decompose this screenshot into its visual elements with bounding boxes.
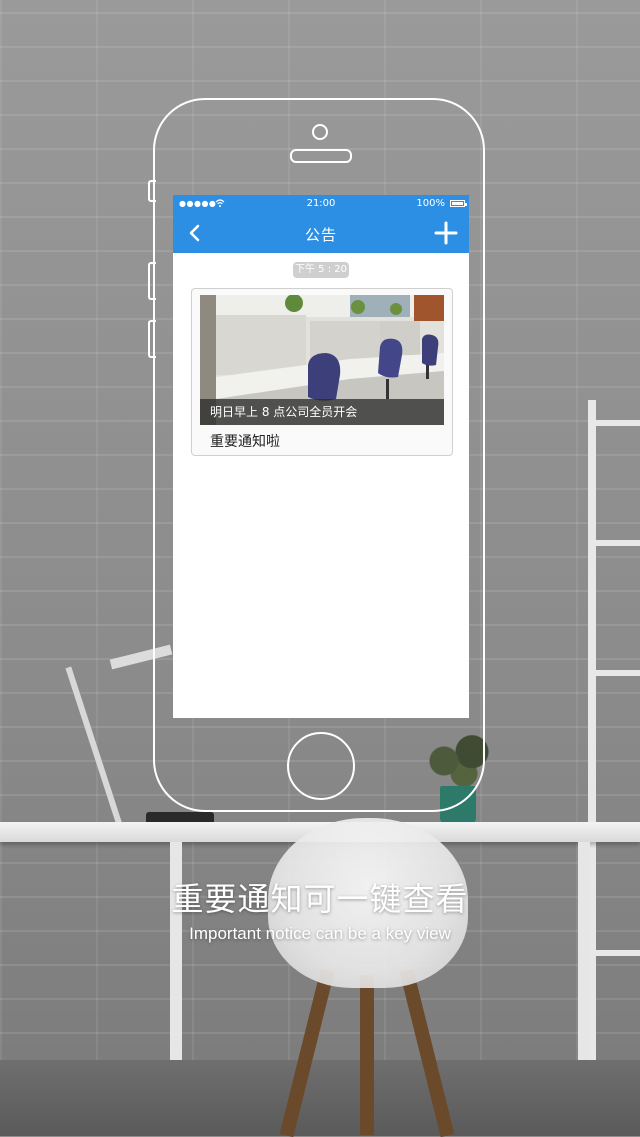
promo-subline: Important notice can be a key view: [189, 924, 451, 943]
announcement-card[interactable]: 明日早上 8 点公司全员开会 重要通知啦: [191, 288, 453, 456]
background-shelf-board: [596, 540, 640, 546]
phone-camera: [312, 124, 328, 140]
announcement-image-caption: 明日早上 8 点公司全员开会: [200, 399, 444, 425]
announcement-title: 重要通知啦: [210, 434, 280, 450]
nav-bar: 公告: [173, 213, 469, 253]
status-bar: ●●●●● 21:00 100%: [173, 195, 469, 213]
phone-volume-up: [148, 262, 156, 300]
battery-percentage: 100%: [416, 198, 445, 209]
background-shelf-board: [596, 420, 640, 426]
message-timestamp: 下午 5 : 20: [293, 262, 349, 278]
phone-home-button: [287, 732, 355, 800]
plus-icon[interactable]: [433, 220, 459, 246]
background-floor: [0, 1060, 640, 1136]
background-shelf-board: [596, 950, 640, 956]
background-chair-leg: [360, 975, 374, 1135]
phone-volume-down: [148, 320, 156, 358]
phone-screen: ●●●●● 21:00 100% 公告 下午 5 : 20 明日早上 8 点公司…: [173, 195, 469, 718]
phone-speaker: [290, 149, 352, 163]
announcement-image: 明日早上 8 点公司全员开会: [200, 295, 444, 425]
background-shelf-board: [596, 670, 640, 676]
promo-headline: 重要通知可一键查看: [171, 880, 469, 918]
background-shelf: [588, 400, 640, 1100]
page-title: 公告: [304, 226, 337, 244]
phone-mute-switch: [148, 180, 156, 202]
battery-icon: [450, 200, 467, 207]
